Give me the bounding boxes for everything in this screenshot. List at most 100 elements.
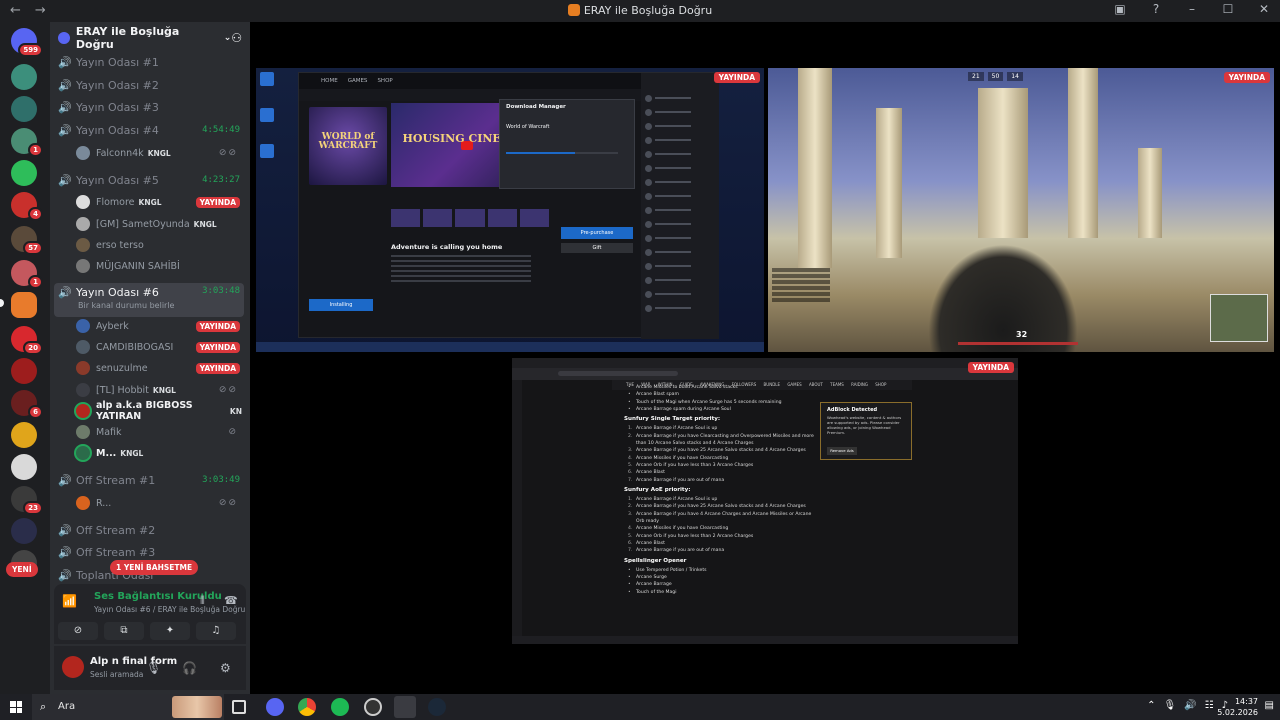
voice-channel-6-selected[interactable]: 🔊 Yayın Odası #6 3:03:48 Bir kanal durumu b… [54, 283, 244, 317]
voice-user[interactable]: erso terso [76, 235, 242, 255]
voice-user[interactable]: Mafik ⊘ [76, 422, 242, 442]
voice-user[interactable]: [GM] SametOyunda KNGL [76, 214, 242, 234]
gear-icon[interactable]: ⚙ [220, 661, 231, 675]
avatar [76, 238, 90, 252]
server-icon-akat[interactable] [11, 96, 37, 122]
notification-icon[interactable]: ▤ [1265, 700, 1274, 711]
server-icon-6[interactable]: 57 [11, 226, 43, 255]
channel-timer: 3:03:48 [202, 286, 240, 296]
speaker-icon: 🔊 [58, 545, 72, 559]
disconnect-icon[interactable]: ☎ [224, 594, 238, 607]
installing-button: Installing [309, 299, 373, 311]
voice-user[interactable]: CAMDIBIBOGASI YAYINDA [76, 337, 242, 357]
voice-channel-off-stream-2[interactable]: 🔊 Off Stream #2 [54, 520, 244, 540]
new-mention-pill[interactable]: 1 YENİ BAHSETME [110, 560, 199, 575]
stream-tile-game[interactable]: YAYINDA 21 50 14 32 [768, 68, 1274, 352]
server-icon-3[interactable]: 1 [11, 128, 43, 157]
user-name[interactable]: Alp n final form [90, 656, 177, 667]
volume-icon[interactable]: 🔊 [1184, 700, 1196, 711]
share-screen-button[interactable]: ⧉ [104, 622, 144, 640]
voice-channel-2[interactable]: 🔊 Yayın Odası #2 [54, 75, 244, 95]
microphone-tray-icon[interactable]: 🎙 [1163, 700, 1176, 711]
minimap [1210, 294, 1268, 342]
desktop-shortcut-icon [260, 72, 274, 86]
taskbar-clock[interactable]: 14:37 5.02.2026 [1217, 696, 1258, 718]
voice-user[interactable]: R... ⊘⊘ [76, 493, 242, 513]
maximize-button[interactable]: ☐ [1220, 2, 1236, 16]
server-icon-7[interactable]: 1 [11, 260, 43, 289]
voice-channel-5[interactable]: 🔊 Yayın Odası #5 4:23:27 [54, 170, 244, 190]
windows-start-icon[interactable] [10, 701, 22, 713]
noise-suppression-icon[interactable]: ⦀ [200, 594, 205, 608]
desktop-shortcut-icon [260, 108, 274, 122]
guide-list-item: Touch of the Magi [628, 589, 816, 597]
server-icon-13[interactable] [11, 454, 37, 480]
voice-user[interactable]: Flomore KNGL YAYINDA [76, 192, 242, 212]
server-icon-14[interactable]: 23 [11, 486, 43, 515]
voice-user[interactable]: [TL] Hobbit KNGL ⊘⊘ [76, 380, 242, 400]
guide-list-item: Arcane Missiles if you have Clearcasting [628, 455, 816, 463]
stream-tile-guide[interactable]: YAYINDA THE WAR WITHIN GUIDE AWAKENING F… [512, 358, 1018, 644]
voice-user[interactable]: MÜJGANIN SAHİBİ [76, 256, 242, 276]
inbox-icon[interactable]: ▣ [1112, 2, 1128, 16]
new-unread-pill[interactable]: YENİ [6, 562, 38, 577]
camera-off-button[interactable]: ⊘ [58, 622, 98, 640]
user-tag: KNGL [120, 448, 144, 458]
help-icon[interactable]: ? [1148, 2, 1164, 16]
home-button[interactable]: 599 [11, 28, 43, 57]
user-name: MÜJGANIN SAHİBİ [96, 260, 180, 272]
muted-deafened-icon: ⊘⊘ [218, 385, 238, 395]
user-avatar[interactable] [62, 656, 84, 678]
server-icon-12[interactable] [11, 422, 37, 448]
voice-user-speaking[interactable]: alp a.k.a BIGBOSS YATIRAN KN [76, 400, 242, 422]
soundboard-button[interactable]: ♫ [196, 622, 236, 640]
voice-user[interactable]: M... KNGL [76, 443, 242, 463]
voice-channel-4[interactable]: 🔊 Yayın Odası #4 4:54:49 [54, 120, 244, 140]
minimize-button[interactable]: – [1184, 2, 1200, 16]
add-user-icon[interactable]: ⚇ [231, 31, 242, 45]
server-icon-11[interactable]: 6 [11, 390, 43, 419]
discord-app-icon[interactable] [266, 698, 284, 716]
headphones-icon[interactable]: 🎧 [182, 661, 197, 675]
server-icon-10[interactable] [11, 358, 37, 384]
chrome-app-icon[interactable] [298, 698, 316, 716]
signal-icon[interactable]: 📶 [62, 594, 77, 608]
voice-channel-3[interactable]: 🔊 Yayın Odası #3 [54, 97, 244, 117]
task-view-icon[interactable] [232, 700, 246, 714]
close-button[interactable]: ✕ [1256, 2, 1272, 16]
channel-status-prompt[interactable]: Bir kanal durumu belirle [78, 301, 174, 310]
chevron-up-icon[interactable]: ⌃ [1147, 700, 1155, 711]
server-name: ERAY ile Boşluğa Doğru [75, 25, 180, 51]
steam-app-icon[interactable] [428, 698, 446, 716]
spotify-app-icon[interactable] [331, 698, 349, 716]
game-killfeed [772, 268, 830, 318]
section-heading: Spellslinger Opener [624, 557, 687, 564]
voice-user[interactable]: senuzulme YAYINDA [76, 358, 242, 378]
guide-list-item: Arcane Barrage if Arcane Soul is up [628, 425, 816, 433]
channel-name: Yayın Odası #4 [76, 123, 159, 137]
server-icon-eray[interactable] [11, 292, 37, 318]
voice-user[interactable]: Falconn4k KNGL ⊘⊘ [76, 143, 242, 163]
stream-tile-launcher[interactable]: YAYINDA HOME GAMES SHOP WORLD of WARCRAF… [256, 68, 764, 352]
channel-name: Yayın Odası #6 [76, 286, 159, 299]
desktop-icons [256, 68, 296, 352]
taskbar-search[interactable]: ⌕ Ara [32, 694, 224, 720]
server-icon-4[interactable] [11, 160, 37, 186]
voice-channel-off-stream-1[interactable]: 🔊 Off Stream #1 3:03:49 [54, 470, 244, 490]
server-icon-5[interactable]: 4 [11, 192, 43, 221]
server-icon-staff[interactable] [11, 64, 37, 90]
activities-button[interactable]: ✦ [150, 622, 190, 640]
search-icon: ⌕ [40, 700, 47, 713]
network-icon[interactable]: ☷ [1205, 700, 1214, 711]
section-heading: Sunfury Single Target priority: [624, 416, 721, 423]
chrome-active-app-icon[interactable] [394, 696, 416, 718]
voice-channel-off-stream-3[interactable]: 🔊 Off Stream #3 [54, 542, 244, 562]
voice-user[interactable]: Ayberk YAYINDA [76, 316, 242, 336]
server-icon-15[interactable] [11, 518, 37, 544]
obs-app-icon[interactable] [364, 698, 382, 716]
microphone-icon[interactable]: 🎙 [146, 661, 161, 675]
server-icon-9[interactable]: 20 [11, 326, 43, 355]
voice-channel-1[interactable]: 🔊 Yayın Odası #1 [54, 52, 244, 72]
server-header[interactable]: ERAY ile Boşluğa Doğru ⌄ ⚇ [50, 22, 250, 54]
speaker-icon: 🔊 [58, 55, 72, 69]
